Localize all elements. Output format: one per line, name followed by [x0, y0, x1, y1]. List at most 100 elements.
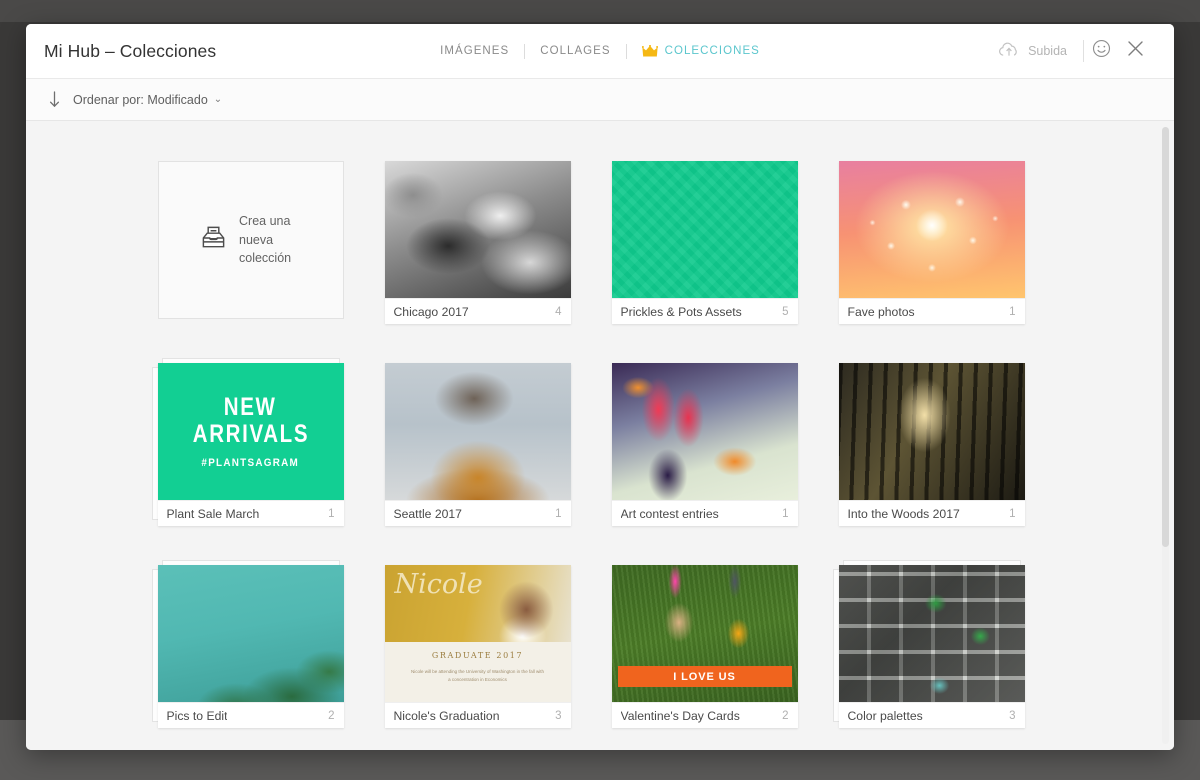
collection-thumbnail: Nicole GRADUATE 2017 Nicole will be atte…	[384, 565, 571, 702]
collection-card-inner: I LOVE US Valentine's Day Cards 2	[611, 565, 798, 728]
collection-card[interactable]: NEW ARRIVALS #PLANTSAGRAM Plant Sale Mar…	[151, 358, 344, 526]
collection-card[interactable]: Pics to Edit 2	[151, 560, 344, 728]
chevron-down-icon: ⌄	[213, 94, 223, 105]
collection-thumbnail	[384, 363, 571, 500]
collection-card[interactable]: Fave photos 1	[838, 161, 1025, 324]
collection-name: Color palettes	[847, 708, 923, 723]
collection-card[interactable]: Prickles & Pots Assets 5	[611, 161, 798, 324]
header-actions: Subida	[998, 34, 1152, 68]
collection-count: 2	[328, 709, 335, 722]
feedback-button[interactable]	[1084, 34, 1118, 68]
collection-count: 1	[782, 507, 789, 520]
collections-modal: Mi Hub – Colecciones IMÁGENES COLLAGES C…	[26, 24, 1174, 750]
collection-name: Into the Woods 2017	[847, 506, 960, 521]
collection-card-footer: Chicago 2017 4	[384, 298, 571, 324]
collection-thumbnail	[611, 161, 798, 298]
tab-imagenes-label: IMÁGENES	[440, 45, 510, 57]
collection-thumbnail: I LOVE US	[611, 565, 798, 702]
tab-colecciones-label: COLECCIONES	[664, 45, 760, 57]
thumb-text-line1: NEW	[224, 393, 277, 421]
collection-name: Seattle 2017	[393, 506, 462, 521]
smiley-icon	[1092, 39, 1111, 63]
collection-card-footer: Fave photos 1	[838, 298, 1025, 324]
collection-card[interactable]: Color palettes 3	[832, 560, 1025, 728]
tab-collages-label: COLLAGES	[540, 45, 611, 57]
upload-button[interactable]: Subida	[998, 42, 1083, 61]
collection-count: 3	[555, 709, 562, 722]
collection-name: Prickles & Pots Assets	[620, 304, 742, 319]
collection-name: Art contest entries	[620, 506, 719, 521]
collection-thumbnail	[384, 161, 571, 298]
collection-thumbnail	[157, 565, 344, 702]
collection-count: 1	[555, 507, 562, 520]
sort-by-dropdown[interactable]: Ordenar por: Modificado ⌄	[73, 93, 222, 107]
arrow-down-icon[interactable]	[48, 91, 61, 108]
collection-thumbnail: NEW ARRIVALS #PLANTSAGRAM	[157, 363, 344, 500]
collection-card-footer: Valentine's Day Cards 2	[611, 702, 798, 728]
collection-card-inner: Seattle 2017 1	[384, 363, 571, 526]
collection-count: 1	[1009, 507, 1016, 520]
modal-header: Mi Hub – Colecciones IMÁGENES COLLAGES C…	[26, 24, 1174, 79]
create-new-collection-tile[interactable]: Crea una nueva colección	[157, 161, 344, 319]
thumb-text-tagline: #PLANTSAGRAM	[201, 457, 300, 469]
collection-name: Pics to Edit	[166, 708, 228, 723]
collection-card-inner: Nicole GRADUATE 2017 Nicole will be atte…	[384, 565, 571, 728]
collection-thumbnail	[611, 363, 798, 500]
collection-card-footer: Plant Sale March 1	[157, 500, 344, 526]
collection-card-footer: Prickles & Pots Assets 5	[611, 298, 798, 324]
create-line-3: colección	[239, 251, 292, 266]
tab-imagenes[interactable]: IMÁGENES	[425, 45, 524, 57]
thumb-text-line2: ARRIVALS	[192, 420, 309, 448]
tab-collages[interactable]: COLLAGES	[525, 45, 625, 57]
close-button[interactable]	[1118, 34, 1152, 68]
cloud-upload-icon	[998, 42, 1020, 61]
collection-card-footer: Into the Woods 2017 1	[838, 500, 1025, 526]
create-new-collection-label: Crea una nueva colección	[239, 212, 301, 268]
collection-name: Fave photos	[847, 304, 915, 319]
collection-thumbnail	[838, 363, 1025, 500]
create-line-2: nueva	[239, 232, 274, 247]
collection-card-inner: Prickles & Pots Assets 5	[611, 161, 798, 324]
vertical-scrollbar-thumb[interactable]	[1162, 127, 1169, 547]
tray-inbox-icon	[200, 224, 227, 256]
collection-card-inner: NEW ARRIVALS #PLANTSAGRAM Plant Sale Mar…	[157, 363, 344, 526]
collection-card[interactable]: Chicago 2017 4	[384, 161, 571, 324]
collection-name: Plant Sale March	[166, 506, 260, 521]
close-icon	[1127, 40, 1144, 62]
collection-card[interactable]: Seattle 2017 1	[384, 363, 571, 526]
collection-card[interactable]: Art contest entries 1	[611, 363, 798, 526]
collection-card-inner: Color palettes 3	[838, 565, 1025, 728]
collection-card-inner: Fave photos 1	[838, 161, 1025, 324]
collection-count: 2	[782, 709, 789, 722]
collection-thumbnail	[838, 565, 1025, 702]
collections-scroll-area[interactable]: Crea una nueva colección Chicago 2017 4	[26, 121, 1174, 750]
collection-count: 5	[782, 305, 789, 318]
collection-card-inner: Into the Woods 2017 1	[838, 363, 1025, 526]
collection-card-inner: Pics to Edit 2	[157, 565, 344, 728]
collection-card-footer: Nicole's Graduation 3	[384, 702, 571, 728]
crown-icon	[641, 44, 658, 57]
collection-count: 1	[1009, 305, 1016, 318]
create-line-1: Crea una	[239, 213, 291, 228]
thumb-text-script: Nicole	[394, 569, 483, 600]
upload-label: Subida	[1028, 44, 1067, 58]
collections-grid: Crea una nueva colección Chicago 2017 4	[26, 121, 1156, 728]
page-backdrop: Mi Hub – Colecciones IMÁGENES COLLAGES C…	[0, 0, 1200, 780]
collection-card[interactable]: Into the Woods 2017 1	[838, 363, 1025, 526]
thumb-text-banner: I LOVE US	[617, 666, 792, 687]
collection-card-footer: Pics to Edit 2	[157, 702, 344, 728]
collection-count: 4	[555, 305, 562, 318]
collection-count: 1	[328, 507, 335, 520]
collection-name: Valentine's Day Cards	[620, 708, 740, 723]
tab-colecciones[interactable]: COLECCIONES	[627, 44, 775, 57]
vertical-scrollbar-track[interactable]	[1162, 127, 1169, 744]
collection-count: 3	[1009, 709, 1016, 722]
collection-card[interactable]: Nicole GRADUATE 2017 Nicole will be atte…	[384, 565, 571, 728]
collection-name: Nicole's Graduation	[393, 708, 500, 723]
collection-card[interactable]: I LOVE US Valentine's Day Cards 2	[611, 565, 798, 728]
collection-name: Chicago 2017	[393, 304, 469, 319]
backdrop-band-top	[0, 0, 1200, 22]
sort-bar: Ordenar por: Modificado ⌄	[26, 79, 1174, 121]
thumb-text-subtitle: GRADUATE 2017	[431, 651, 524, 661]
collection-card-inner: Chicago 2017 4	[384, 161, 571, 324]
